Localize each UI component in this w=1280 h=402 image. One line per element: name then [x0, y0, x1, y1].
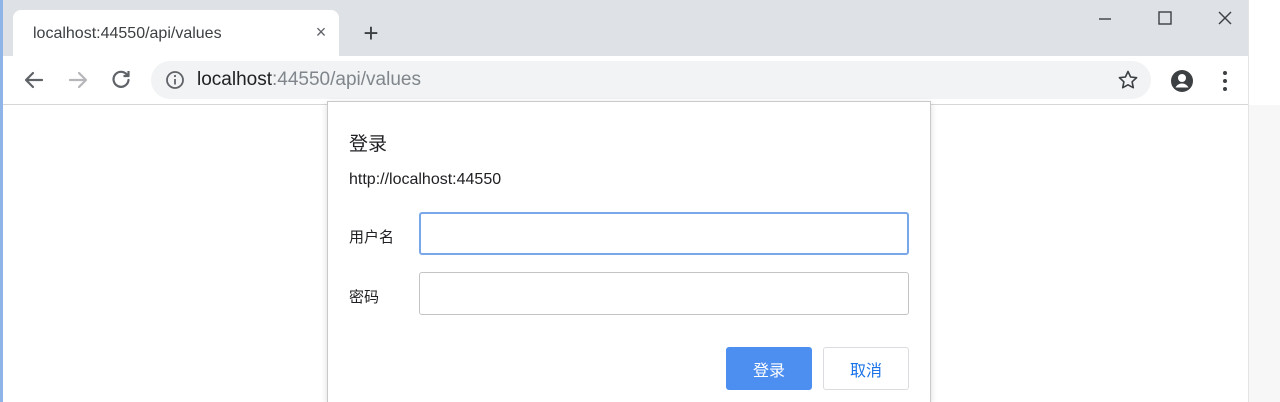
- maximize-icon: [1158, 11, 1172, 25]
- forward-button[interactable]: [64, 66, 92, 94]
- auth-dialog: 登录 http://localhost:44550 用户名 密码 登录 取消: [327, 101, 931, 402]
- account-icon[interactable]: [1169, 68, 1195, 94]
- dialog-title: 登录: [349, 134, 388, 155]
- username-label: 用户名: [349, 229, 395, 246]
- minimize-icon: [1099, 18, 1111, 20]
- star-icon[interactable]: [1116, 68, 1140, 92]
- reload-icon: [112, 70, 130, 88]
- maximize-button[interactable]: [1145, 4, 1185, 34]
- tab-strip: localhost:44550/api/values × +: [3, 0, 1248, 56]
- close-window-button[interactable]: [1205, 4, 1245, 34]
- tab-active[interactable]: localhost:44550/api/values ×: [13, 10, 339, 56]
- password-label: 密码: [349, 289, 380, 306]
- more-vert-icon[interactable]: [1215, 68, 1235, 94]
- info-icon[interactable]: [165, 70, 185, 90]
- window-right-strip: [1248, 0, 1280, 402]
- tab-close-icon[interactable]: ×: [309, 20, 333, 44]
- browser-window: localhost:44550/api/values × + localhost…: [0, 0, 1280, 402]
- browser-toolbar: localhost:44550/api/values: [3, 56, 1248, 105]
- arrow-left-icon: [24, 71, 44, 89]
- url-host: localhost: [197, 69, 272, 90]
- address-bar[interactable]: localhost:44550/api/values: [151, 61, 1151, 99]
- new-tab-button[interactable]: +: [357, 20, 385, 48]
- cancel-button[interactable]: 取消: [823, 347, 909, 390]
- reload-button[interactable]: [107, 66, 135, 94]
- username-input[interactable]: [419, 212, 909, 255]
- arrow-right-icon: [68, 71, 88, 89]
- url-text[interactable]: localhost:44550/api/values: [197, 69, 421, 91]
- url-path: :44550/api/values: [272, 69, 421, 90]
- login-button[interactable]: 登录: [726, 347, 812, 390]
- back-button[interactable]: [20, 66, 48, 94]
- minimize-button[interactable]: [1085, 4, 1125, 34]
- dialog-origin: http://localhost:44550: [349, 171, 502, 188]
- close-icon: [1218, 11, 1232, 25]
- password-input[interactable]: [419, 272, 909, 315]
- tab-title: localhost:44550/api/values: [33, 25, 222, 42]
